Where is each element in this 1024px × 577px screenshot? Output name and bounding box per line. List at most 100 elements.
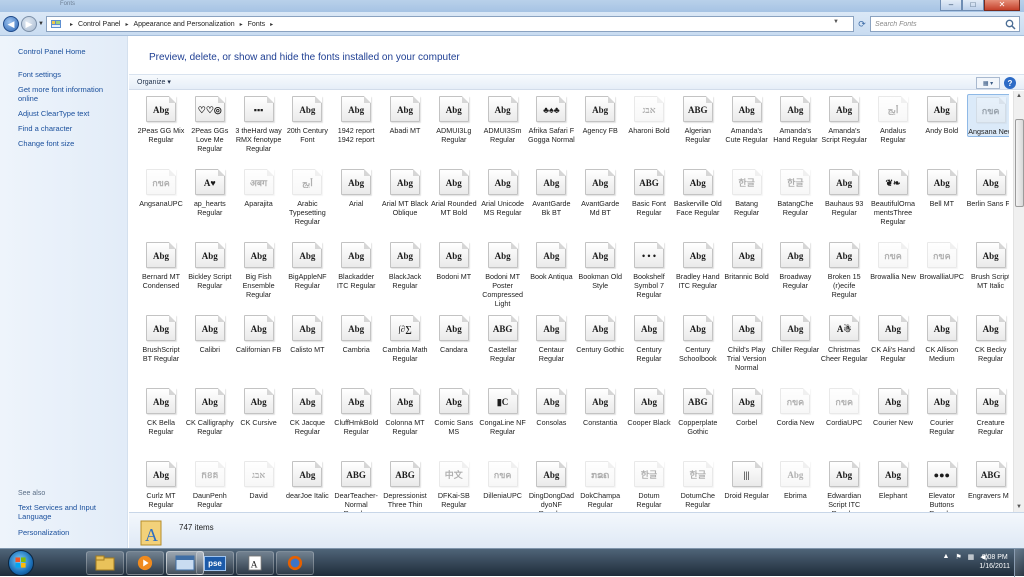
font-item[interactable]: ABG DearTeacher-Normal Regular [332,459,380,512]
scroll-down-arrow-icon[interactable]: ▼ [1016,504,1022,510]
font-item[interactable]: Abg Century Gothic [576,313,624,354]
taskbar-pse-button[interactable]: pse [196,551,234,575]
font-item[interactable]: Abg Arial [332,167,380,208]
organize-button[interactable]: Organize ▾ [137,78,171,86]
font-item[interactable]: Abg Comic Sans MS [430,386,478,436]
show-desktop-button[interactable] [1014,549,1024,577]
font-item[interactable]: Abg Calisto MT [283,313,331,354]
search-input[interactable] [875,20,1005,28]
font-item[interactable]: กขค BrowalliaUPC [918,240,966,281]
font-item[interactable]: Abg Cooper Black [625,386,673,427]
font-item[interactable]: Abg Colonna MT Regular [381,386,429,436]
font-item[interactable]: 中文 DFKai-SB Regular [430,459,478,509]
back-button[interactable]: ◀ [3,16,19,32]
minimize-button[interactable]: – [940,0,962,11]
font-item[interactable]: 한글 Batang Regular [723,167,771,217]
show-hidden-icons-icon[interactable]: ▲ [942,553,949,561]
font-item[interactable]: Abg Broken 15 (r)ecife Regular [820,240,868,299]
font-item[interactable]: ABG Basic Font Regular [625,167,673,217]
font-item[interactable]: Abg 20th Century Font [283,94,331,144]
adjust-cleartype-link[interactable]: Adjust ClearType text [18,109,118,118]
taskbar-firefox-button[interactable] [276,551,314,575]
font-item[interactable]: Abg Centaur Regular [527,313,575,363]
font-item[interactable]: Abg 2Peas GG Mix Regular [137,94,185,144]
font-item[interactable]: Abg Big Fish Ensemble Regular [235,240,283,299]
font-item[interactable]: Abg Baskerville Old Face Regular [674,167,722,217]
font-item[interactable]: Abg BigAppleNF Regular [283,240,331,290]
text-services-link[interactable]: Text Services and Input Language [18,503,118,521]
font-item[interactable]: אבג David [235,459,283,500]
font-item[interactable]: Abg Bodoni MT Poster Compressed Light [479,240,527,308]
font-item[interactable]: Abg Century Regular [625,313,673,363]
font-item[interactable]: ●●● Elevator Buttons Regular [918,459,966,512]
font-item[interactable]: Abg Berlin Sans FB [967,167,1009,208]
font-item[interactable]: Abg Child's Play Trial Version Normal [723,313,771,372]
search-icon[interactable] [1005,19,1016,30]
font-item[interactable]: Abg Courier New [869,386,917,427]
personalization-link[interactable]: Personalization [18,528,118,537]
font-item[interactable]: Abg CK Becky Regular [967,313,1009,363]
font-item[interactable]: Abg Californian FB [235,313,283,354]
font-item[interactable]: Abg CluffHmkBold Regular [332,386,380,436]
action-center-flag-icon[interactable]: ⚑ [955,553,961,561]
font-item[interactable]: Abg Consolas [527,386,575,427]
get-more-font-info-link[interactable]: Get more font information online [18,85,118,103]
start-button[interactable] [8,550,34,576]
font-item[interactable]: 한글 DotumChe Regular [674,459,722,509]
font-item[interactable]: ♡♡◎ 2Peas GGs Love Me Regular [186,94,234,153]
font-item[interactable]: Abg Brush Script MT Italic [967,240,1009,290]
font-item[interactable]: Abg Cambria [332,313,380,354]
help-button[interactable]: ? [1004,77,1016,89]
close-button[interactable]: ✕ [984,0,1020,11]
font-item[interactable]: Abg CK Calligraphy Regular [186,386,234,436]
font-item[interactable]: Abg CK Jacque Regular [283,386,331,436]
font-item[interactable]: Abg Agency FB [576,94,624,135]
control-panel-home-link[interactable]: Control Panel Home [18,47,118,56]
breadcrumb-appearance[interactable]: Appearance and Personalization [133,21,234,28]
font-item[interactable]: Abg CK Allison Medium [918,313,966,363]
refresh-icon[interactable]: ⟳ [856,16,868,32]
font-item[interactable]: Abg Abadi MT [381,94,429,135]
font-item[interactable]: ABG Castellar Regular [479,313,527,363]
font-item[interactable]: Abg Creature Regular [967,386,1009,436]
font-item[interactable]: Abg Amanda's Hand Regular [771,94,819,144]
maximize-button[interactable]: □ [962,0,984,11]
font-item[interactable]: Abg Calibri [186,313,234,354]
font-item[interactable]: Abg Ebrima [771,459,819,500]
font-item[interactable]: กขค CordiaUPC [820,386,868,427]
breadcrumb-control-panel[interactable]: Control Panel [78,21,120,28]
breadcrumb-fonts[interactable]: Fonts [248,21,266,28]
font-item[interactable]: Abg BlackJack Regular [381,240,429,290]
address-dropdown-chevron-icon[interactable]: ▼ [833,19,839,25]
font-item[interactable]: ∫∂∑ Cambria Math Regular [381,313,429,363]
vertical-scrollbar[interactable]: ▲ ▼ [1013,91,1024,512]
font-item[interactable]: Abg Amanda's Cute Regular [723,94,771,144]
font-settings-link[interactable]: Font settings [18,70,118,79]
recent-pages-chevron-icon[interactable]: ▼ [38,21,44,27]
font-item[interactable]: กขค Cordia New [771,386,819,427]
font-item[interactable]: ABG Depressionist Three Thin [381,459,429,509]
font-item[interactable]: Abg dearJoe Italic [283,459,331,500]
font-item[interactable]: กขค DilleniaUPC [479,459,527,500]
font-item[interactable]: Abg Britannic Bold [723,240,771,281]
font-item[interactable]: ❦❧ BeautifulOrnamentsThree Regular [869,167,917,226]
font-item[interactable]: Abg Courier Regular [918,386,966,436]
change-view-button[interactable]: ▦ ▾ [976,77,1000,89]
font-item[interactable]: កខគ DaunPenh Regular [186,459,234,509]
font-item[interactable]: Abg Curlz MT Regular [137,459,185,509]
font-item[interactable]: Abg Bernard MT Condensed [137,240,185,290]
font-item[interactable]: Abg CK Bella Regular [137,386,185,436]
font-item[interactable]: กขค Angsana New [966,94,1009,137]
font-item[interactable]: ABG Engravers MT [967,459,1009,500]
font-item[interactable]: ABG Copperplate Gothic [674,386,722,436]
font-item[interactable]: Abg Arial Unicode MS Regular [479,167,527,217]
font-item[interactable]: กขค Browallia New [869,240,917,281]
font-item[interactable]: Abg Century Schoolbook [674,313,722,363]
font-item[interactable]: Abg Bell MT [918,167,966,208]
font-item[interactable]: Abg Blackadder ITC Regular [332,240,380,290]
font-item[interactable]: Abg AvantGarde Bk BT [527,167,575,217]
font-item[interactable]: ກຂຄ DokChampa Regular [576,459,624,509]
change-font-size-link[interactable]: Change font size [18,139,118,148]
font-item[interactable]: ▮C CongaLine NF Regular [479,386,527,436]
font-item[interactable]: Abg Bookman Old Style [576,240,624,290]
